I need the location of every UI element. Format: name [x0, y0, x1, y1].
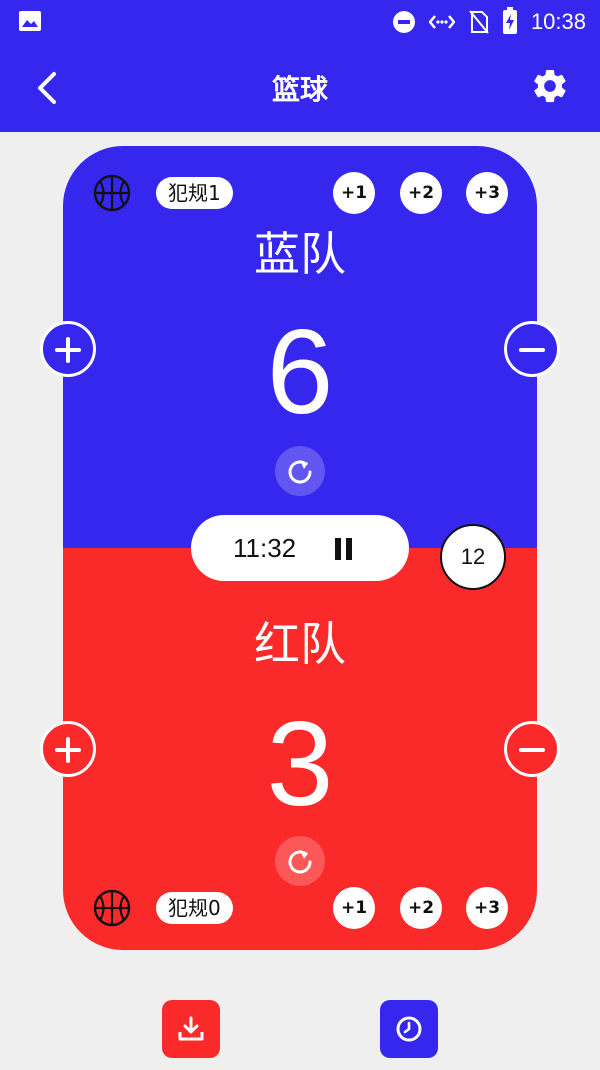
minus-icon — [519, 348, 545, 352]
do-not-disturb-icon — [392, 11, 415, 33]
plus-icon-vertical — [66, 737, 70, 763]
page-title: 篮球 — [271, 73, 328, 106]
period-counter[interactable]: 12 — [440, 524, 506, 590]
basketball-icon — [93, 889, 131, 927]
battery-charging-icon — [502, 7, 517, 34]
clock: 10:38 — [530, 9, 586, 34]
blue-decrement-button[interactable] — [504, 321, 560, 377]
settings-button[interactable] — [530, 66, 574, 110]
red-add-3-button[interactable]: +3 — [466, 887, 508, 929]
download-icon — [178, 1016, 204, 1041]
blue-add-3-button[interactable]: +3 — [466, 172, 508, 214]
red-team-panel: 红队 3 犯规0 +1 +2 +3 — [63, 548, 537, 950]
plus-icon-vertical — [66, 337, 70, 363]
history-button[interactable] — [380, 1000, 438, 1058]
minus-icon — [519, 748, 545, 752]
no-sim-icon — [469, 10, 489, 34]
red-foul-counter[interactable]: 犯规0 — [156, 892, 233, 924]
blue-foul-counter[interactable]: 犯规1 — [156, 177, 233, 209]
red-reset-button[interactable] — [275, 836, 325, 886]
refresh-icon — [288, 460, 312, 484]
red-add-1-button[interactable]: +1 — [333, 887, 375, 929]
timer-time: 11:32 — [233, 533, 297, 563]
red-increment-button[interactable] — [40, 721, 96, 777]
blue-team-name: 蓝队 — [254, 227, 346, 281]
download-button[interactable] — [162, 1000, 220, 1058]
basketball-icon — [93, 174, 131, 212]
red-decrement-button[interactable] — [504, 721, 560, 777]
game-timer[interactable]: 11:32 — [191, 515, 409, 581]
red-score: 3 — [266, 697, 334, 831]
gear-icon — [534, 69, 566, 103]
blue-team-panel: 犯规1 +1 +2 +3 蓝队 6 — [63, 146, 537, 548]
blue-score: 6 — [266, 305, 334, 439]
data-saver-icon — [428, 15, 455, 29]
red-team-name: 红队 — [254, 617, 346, 671]
status-bar: 10:38 — [0, 0, 600, 44]
clock-icon — [396, 1016, 422, 1042]
blue-increment-button[interactable] — [40, 321, 96, 377]
app-bar: 篮球 — [0, 44, 600, 132]
blue-add-2-button[interactable]: +2 — [400, 172, 442, 214]
blue-reset-button[interactable] — [275, 446, 325, 496]
refresh-icon — [288, 850, 312, 874]
blue-add-1-button[interactable]: +1 — [333, 172, 375, 214]
image-notification-icon — [18, 10, 42, 36]
pause-icon[interactable] — [335, 538, 353, 560]
red-add-2-button[interactable]: +2 — [400, 887, 442, 929]
